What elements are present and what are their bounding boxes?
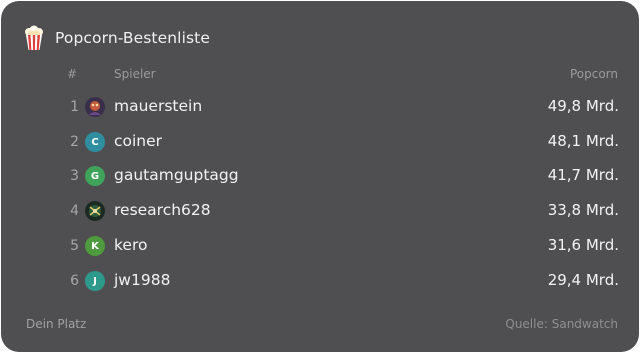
player-name: coiner [114, 132, 163, 150]
source-label: Quelle: Sandwatch [505, 317, 618, 331]
widget-title: Popcorn-Bestenliste [55, 29, 210, 47]
row-rank: 6 [70, 273, 79, 289]
popcorn-value: 41,7 Mrd. [547, 166, 619, 184]
row-rank: 3 [70, 168, 79, 184]
avatar: C [85, 132, 105, 152]
popcorn-value: 48,1 Mrd. [547, 132, 619, 150]
popcorn-value: 49,8 Mrd. [547, 97, 619, 115]
table-row[interactable]: 1 mauerstein 49,8 Mrd. [1, 92, 639, 122]
avatar [85, 201, 105, 221]
row-rank: 2 [70, 134, 79, 150]
popcorn-value: 29,4 Mrd. [547, 271, 619, 289]
table-row[interactable]: 3 G gautamguptagg 41,7 Mrd. [1, 161, 639, 191]
column-header-player: Spieler [114, 67, 156, 81]
popcorn-value: 33,8 Mrd. [547, 201, 619, 219]
player-name: jw1988 [114, 271, 171, 289]
avatar: J [85, 271, 105, 291]
popcorn-value: 31,6 Mrd. [547, 236, 619, 254]
row-rank: 4 [70, 203, 79, 219]
avatar [85, 97, 105, 117]
player-name: gautamguptagg [114, 166, 239, 184]
column-header-rank: # [67, 67, 78, 81]
avatar: G [85, 166, 105, 186]
table-row[interactable]: 2 C coiner 48,1 Mrd. [1, 127, 639, 157]
leaderboard-card: Popcorn-Bestenliste # Spieler Popcorn 1 … [1, 1, 639, 352]
column-header-popcorn: Popcorn [569, 67, 618, 81]
table-row[interactable]: 5 K kero 31,6 Mrd. [1, 231, 639, 261]
row-rank: 1 [70, 99, 79, 115]
my-rank-link[interactable]: Dein Platz [26, 317, 86, 331]
player-name: mauerstein [114, 97, 203, 115]
avatar: K [85, 236, 105, 256]
table-row[interactable]: 4 research628 33,8 Mrd. [1, 196, 639, 226]
player-name: kero [114, 236, 148, 254]
row-rank: 5 [70, 238, 79, 254]
player-name: research628 [114, 201, 211, 219]
card-header: Popcorn-Bestenliste [23, 23, 210, 53]
popcorn-icon [23, 25, 45, 51]
table-row[interactable]: 6 J jw1988 29,4 Mrd. [1, 266, 639, 296]
